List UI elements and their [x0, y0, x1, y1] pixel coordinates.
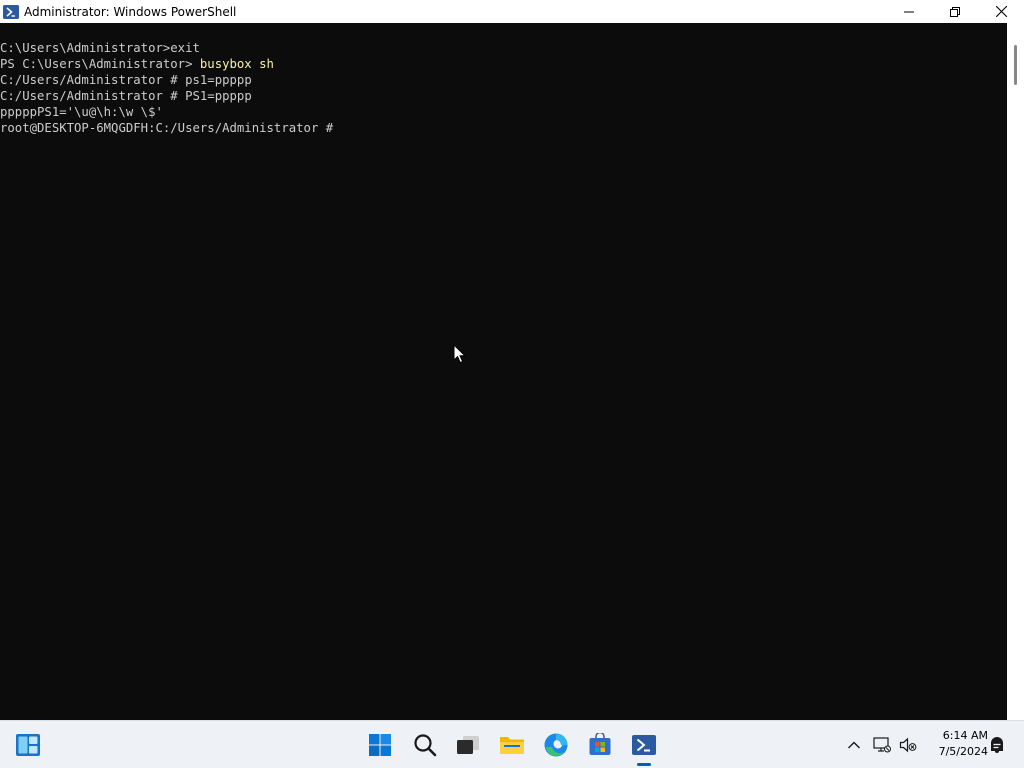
minimize-icon [904, 11, 914, 12]
terminal-line: C:/Users/Administrator # PS1=ppppp [0, 89, 252, 103]
terminal-line: C:\Users\Administrator>exit [0, 41, 200, 55]
terminal-line: pppppPS1='\u@\h:\w \$' [0, 105, 163, 119]
mouse-cursor-icon [453, 344, 467, 364]
clock-date: 7/5/2024 [938, 745, 988, 758]
restore-icon [950, 6, 960, 17]
title-bar[interactable]: Administrator: Windows PowerShell [0, 0, 1024, 23]
volume-button[interactable] [896, 721, 920, 768]
store-icon [589, 733, 611, 755]
close-button[interactable] [978, 0, 1024, 23]
network-icon [873, 737, 891, 753]
search-icon [414, 734, 437, 757]
show-hidden-icons-button[interactable] [842, 721, 866, 768]
system-clock[interactable]: 6:14 AM 7/5/2024 [922, 728, 988, 760]
powershell-taskbar-button[interactable] [622, 721, 666, 768]
vertical-scrollbar[interactable] [1007, 23, 1024, 720]
edge-button[interactable] [534, 721, 578, 768]
search-button[interactable] [403, 721, 447, 768]
edge-icon [544, 733, 568, 757]
terminal-output[interactable]: C:\Users\Administrator>exit PS C:\Users\… [0, 23, 1007, 720]
chevron-up-icon [848, 741, 860, 749]
window-title: Administrator: Windows PowerShell [24, 4, 237, 19]
restore-button[interactable] [932, 0, 978, 23]
minimize-button[interactable] [886, 0, 932, 23]
taskbar: 6:14 AM 7/5/2024 [0, 720, 1024, 768]
scrollbar-thumb[interactable] [1014, 45, 1017, 85]
powershell-icon [632, 735, 656, 755]
task-view-button[interactable] [446, 721, 490, 768]
store-button[interactable] [578, 721, 622, 768]
volume-muted-icon [899, 737, 917, 753]
terminal-line: C:/Users/Administrator # ps1=ppppp [0, 73, 252, 87]
window-controls [886, 0, 1024, 23]
start-button[interactable] [358, 721, 402, 768]
file-explorer-icon [500, 737, 524, 754]
close-icon [995, 6, 1007, 17]
terminal-line: PS C:\Users\Administrator> busybox sh [0, 57, 274, 71]
powershell-icon [3, 4, 19, 20]
clock-time: 6:14 AM [942, 729, 988, 742]
notifications-button[interactable] [985, 721, 1009, 768]
notification-icon [991, 737, 1003, 753]
network-button[interactable] [870, 721, 894, 768]
terminal-prompt-line[interactable]: root@DESKTOP-6MQGDFH:C:/Users/Administra… [0, 120, 1007, 136]
widgets-button[interactable] [6, 721, 50, 768]
widgets-icon [16, 734, 40, 756]
start-icon [369, 734, 391, 756]
file-explorer-button[interactable] [490, 721, 534, 768]
task-view-icon [457, 736, 479, 754]
